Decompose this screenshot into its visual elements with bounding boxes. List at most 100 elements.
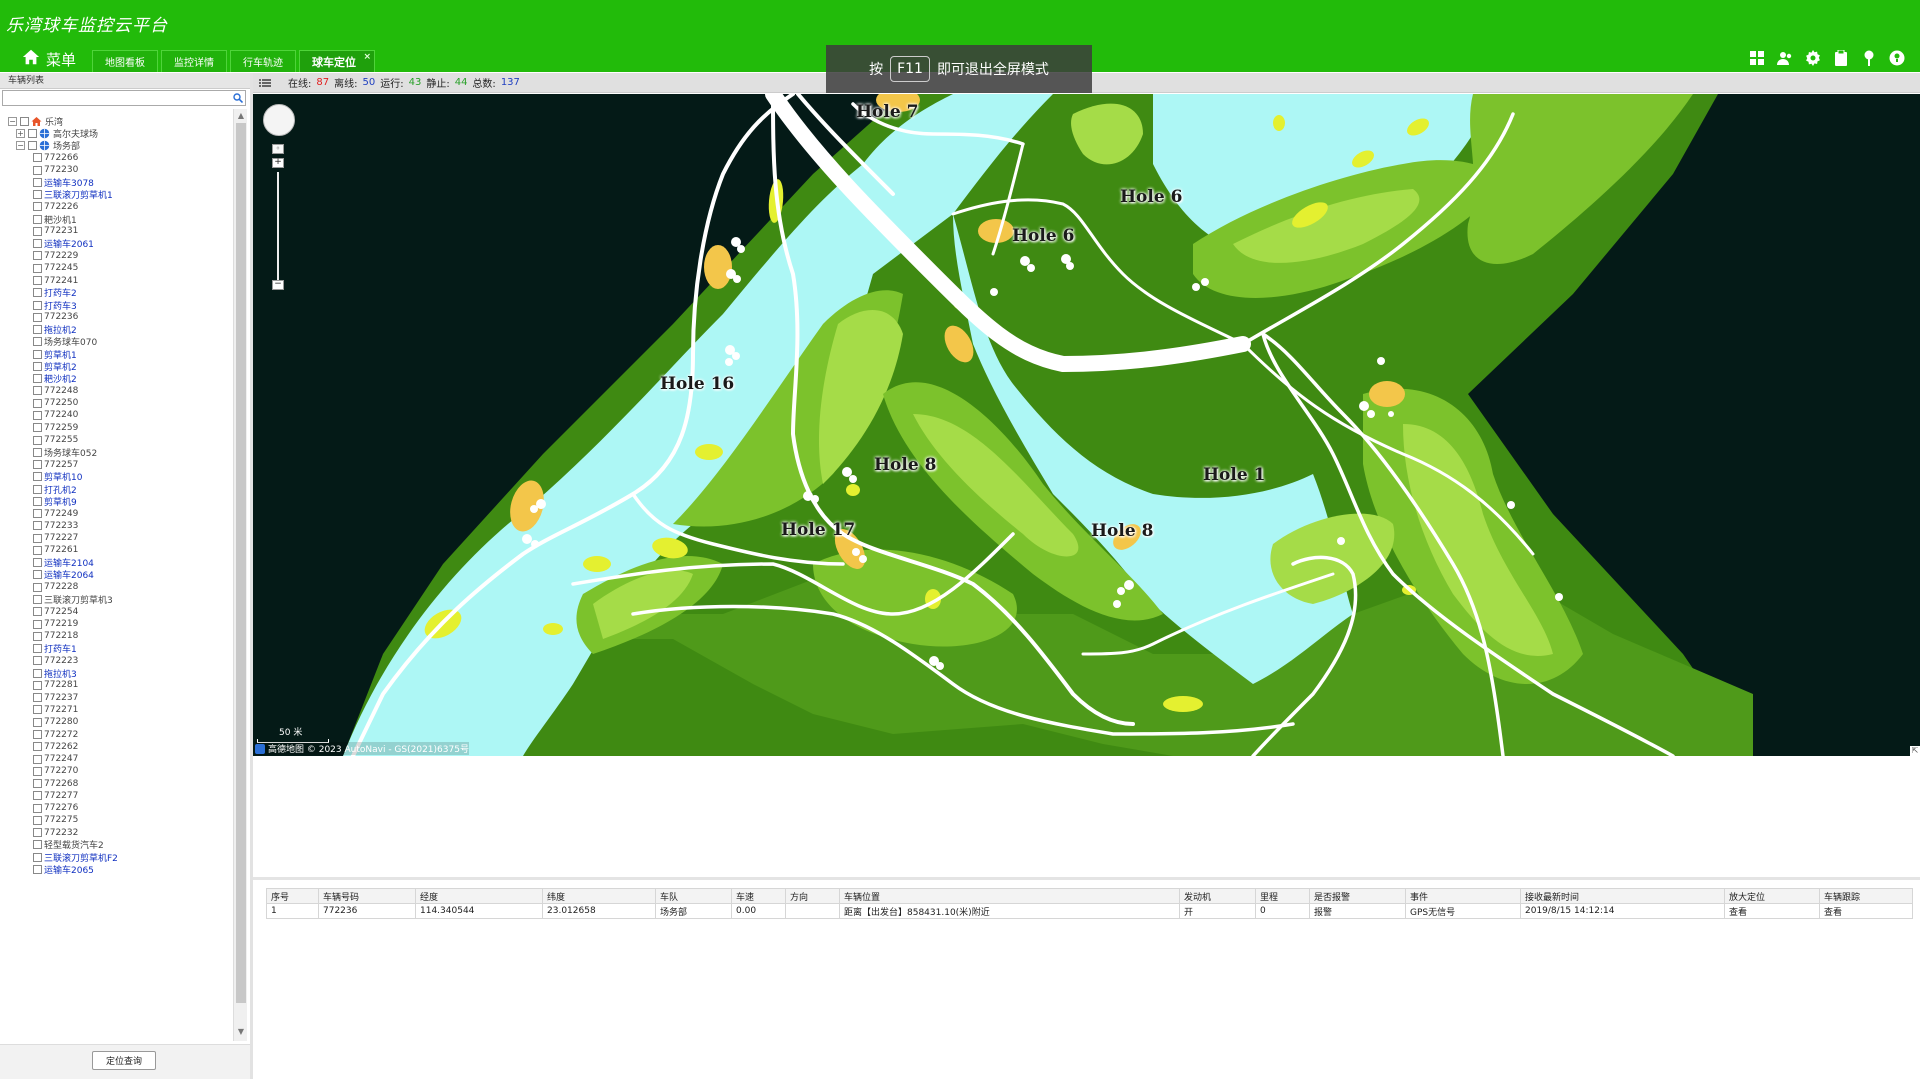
tree-checkbox[interactable] xyxy=(33,570,42,580)
expand-map-icon[interactable]: ⇱ xyxy=(1910,746,1920,756)
settings-icon[interactable] xyxy=(1804,49,1822,67)
tree-checkbox[interactable] xyxy=(33,288,42,298)
vehicle-search-input[interactable] xyxy=(2,90,246,106)
tree-checkbox[interactable] xyxy=(33,410,42,420)
tree-checkbox[interactable] xyxy=(20,116,29,126)
tree-checkbox[interactable] xyxy=(33,656,42,666)
tree-checkbox[interactable] xyxy=(33,828,42,838)
tree-checkbox[interactable] xyxy=(33,803,42,813)
tree-checkbox[interactable] xyxy=(33,374,42,384)
expand-icon[interactable]: + xyxy=(16,128,25,138)
tree-checkbox[interactable] xyxy=(33,202,42,212)
horizontal-splitter[interactable] xyxy=(253,877,1920,880)
tree-checkbox[interactable] xyxy=(33,276,42,285)
map-canvas[interactable] xyxy=(253,94,1920,756)
tree-checkbox[interactable] xyxy=(33,423,42,433)
scroll-down-icon[interactable]: ▼ xyxy=(236,1027,246,1037)
tree-checkbox[interactable] xyxy=(33,509,42,519)
locate-query-button[interactable]: 定位查询 xyxy=(92,1051,156,1070)
pin-icon[interactable] xyxy=(1860,49,1878,67)
tree-checkbox[interactable] xyxy=(33,386,42,396)
golf-course-map[interactable]: Hole 7 Hole 6 Hole 6 Hole 16 Hole 8 Hole… xyxy=(253,94,1920,756)
tree-checkbox[interactable] xyxy=(33,300,42,310)
tree-checkbox[interactable] xyxy=(33,730,42,739)
tree-checkbox[interactable] xyxy=(33,815,42,825)
menu-button[interactable]: 菜单 xyxy=(22,48,76,70)
column-header[interactable]: 接收最新时间 xyxy=(1520,888,1725,904)
tree-checkbox[interactable] xyxy=(33,754,42,764)
tree-checkbox[interactable] xyxy=(33,239,42,249)
column-header[interactable]: 车辆号码 xyxy=(318,888,416,904)
tree-checkbox[interactable] xyxy=(33,631,42,641)
tree-checkbox[interactable] xyxy=(33,190,42,200)
column-header[interactable]: 序号 xyxy=(266,888,319,904)
column-header[interactable]: 车速 xyxy=(731,888,786,904)
search-icon[interactable] xyxy=(232,92,244,104)
column-header[interactable]: 车队 xyxy=(655,888,732,904)
tree-checkbox[interactable] xyxy=(33,521,42,531)
tree-checkbox[interactable] xyxy=(33,496,42,506)
tree-checkbox[interactable] xyxy=(33,595,42,605)
tree-checkbox[interactable] xyxy=(28,141,37,151)
tab-cart-location[interactable]: 球车定位 × xyxy=(299,50,375,72)
sidebar-scrollbar[interactable]: ▲ ▼ xyxy=(233,109,247,1041)
scrollbar-thumb[interactable] xyxy=(236,123,246,1003)
tree-checkbox[interactable] xyxy=(33,325,42,335)
tree-checkbox[interactable] xyxy=(33,337,42,347)
tree-checkbox[interactable] xyxy=(33,484,42,494)
table-row[interactable]: 1 772236 114.340544 23.012658 场务部 0.00 距离【出发台】… xyxy=(266,903,1913,919)
tree-checkbox[interactable] xyxy=(33,607,42,617)
column-header[interactable]: 车辆跟踪 xyxy=(1819,888,1913,904)
scroll-up-icon[interactable]: ▲ xyxy=(236,111,246,121)
tree-checkbox[interactable] xyxy=(33,312,42,322)
user-group-icon[interactable] xyxy=(1776,49,1794,67)
tree-checkbox[interactable] xyxy=(33,582,42,592)
tree-checkbox[interactable] xyxy=(33,226,42,236)
tree-checkbox[interactable] xyxy=(33,214,42,224)
tree-checkbox[interactable] xyxy=(33,852,42,862)
tree-checkbox[interactable] xyxy=(33,619,42,629)
column-header[interactable]: 车辆位置 xyxy=(839,888,1180,904)
dashboard-icon[interactable] xyxy=(1748,49,1766,67)
column-header[interactable]: 是否报警 xyxy=(1309,888,1406,904)
clipboard-icon[interactable] xyxy=(1832,49,1850,67)
tree-checkbox[interactable] xyxy=(33,742,42,752)
zoom-in-button[interactable]: + xyxy=(272,158,284,168)
list-toggle-icon[interactable] xyxy=(257,76,273,90)
tree-checkbox[interactable] xyxy=(33,558,42,568)
tree-checkbox[interactable] xyxy=(33,398,42,408)
collapse-icon[interactable]: − xyxy=(16,141,25,151)
column-header[interactable]: 发动机 xyxy=(1179,888,1256,904)
tree-checkbox[interactable] xyxy=(33,435,42,445)
tree-checkbox[interactable] xyxy=(28,128,37,138)
zoom-locate-link[interactable]: 查看 xyxy=(1724,903,1820,919)
tree-checkbox[interactable] xyxy=(33,791,42,801)
tree-checkbox[interactable] xyxy=(33,840,42,850)
tree-checkbox[interactable] xyxy=(33,668,42,678)
tree-checkbox[interactable] xyxy=(33,349,42,359)
tree-checkbox[interactable] xyxy=(33,472,42,482)
tree-checkbox[interactable] xyxy=(33,766,42,776)
zoom-slider[interactable]: ◦ + − xyxy=(272,144,286,290)
tree-checkbox[interactable] xyxy=(33,251,42,261)
tree-checkbox[interactable] xyxy=(33,177,42,187)
column-header[interactable]: 放大定位 xyxy=(1724,888,1820,904)
compass-control[interactable] xyxy=(263,104,295,136)
column-header[interactable]: 事件 xyxy=(1405,888,1521,904)
tree-checkbox[interactable] xyxy=(33,263,42,273)
tree-checkbox[interactable] xyxy=(33,693,42,703)
tree-checkbox[interactable] xyxy=(33,779,42,789)
column-header[interactable]: 经度 xyxy=(415,888,543,904)
tab-driving-track[interactable]: 行车轨迹 xyxy=(230,50,296,72)
tree-checkbox[interactable] xyxy=(33,165,42,175)
column-header[interactable]: 里程 xyxy=(1255,888,1310,904)
track-vehicle-link[interactable]: 查看 xyxy=(1819,903,1913,919)
tree-checkbox[interactable] xyxy=(33,460,42,470)
tree-checkbox[interactable] xyxy=(33,447,42,457)
tab-monitor-detail[interactable]: 监控详情 xyxy=(161,50,227,72)
tree-checkbox[interactable] xyxy=(33,644,42,654)
column-header[interactable]: 方向 xyxy=(785,888,840,904)
collapse-icon[interactable]: − xyxy=(8,116,17,126)
tree-checkbox[interactable] xyxy=(33,705,42,715)
zoom-reset-icon[interactable]: ◦ xyxy=(272,144,284,154)
